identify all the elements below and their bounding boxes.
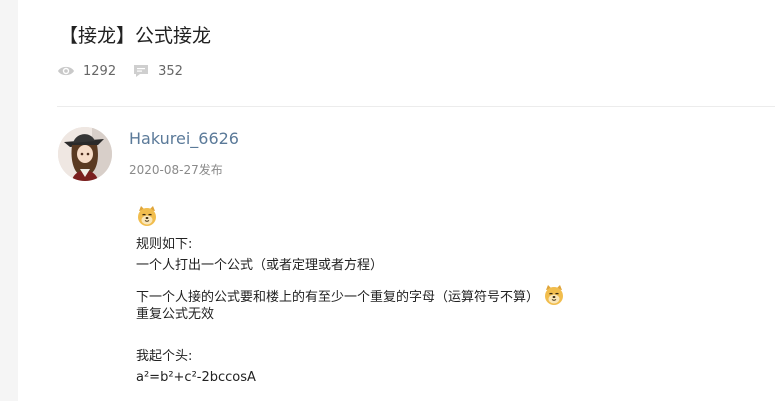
views-count: 1292 (83, 63, 117, 79)
content-line: 我起个头: (136, 349, 193, 364)
replies-stat: 352 (132, 62, 183, 80)
eye-icon (58, 66, 74, 76)
left-gutter (0, 0, 18, 401)
doge-emoji-icon (138, 206, 156, 226)
content-line: a²=b²+c²-2bccosA (136, 370, 256, 385)
content-line: 一个人打出一个公式（或者定理或者方程） (136, 258, 384, 273)
content-line: 规则如下: (136, 237, 193, 252)
divider (57, 106, 775, 107)
avatar[interactable] (58, 127, 112, 181)
doge-emoji-icon (545, 285, 564, 305)
content-line: 下一个人接的公式要和楼上的有至少一个重复的字母（运算符号不算） (136, 290, 540, 305)
comment-icon (134, 65, 149, 77)
views-stat: 1292 (57, 62, 116, 80)
content-line: 重复公式无效 (136, 307, 215, 322)
post-title: 【接龙】公式接龙 (59, 25, 212, 47)
author-name[interactable]: Hakurei_6626 (129, 128, 239, 150)
post-date: 2020-08-27发布 (129, 163, 223, 177)
post-stats: 1292 352 (57, 62, 183, 80)
replies-count: 352 (158, 63, 183, 79)
